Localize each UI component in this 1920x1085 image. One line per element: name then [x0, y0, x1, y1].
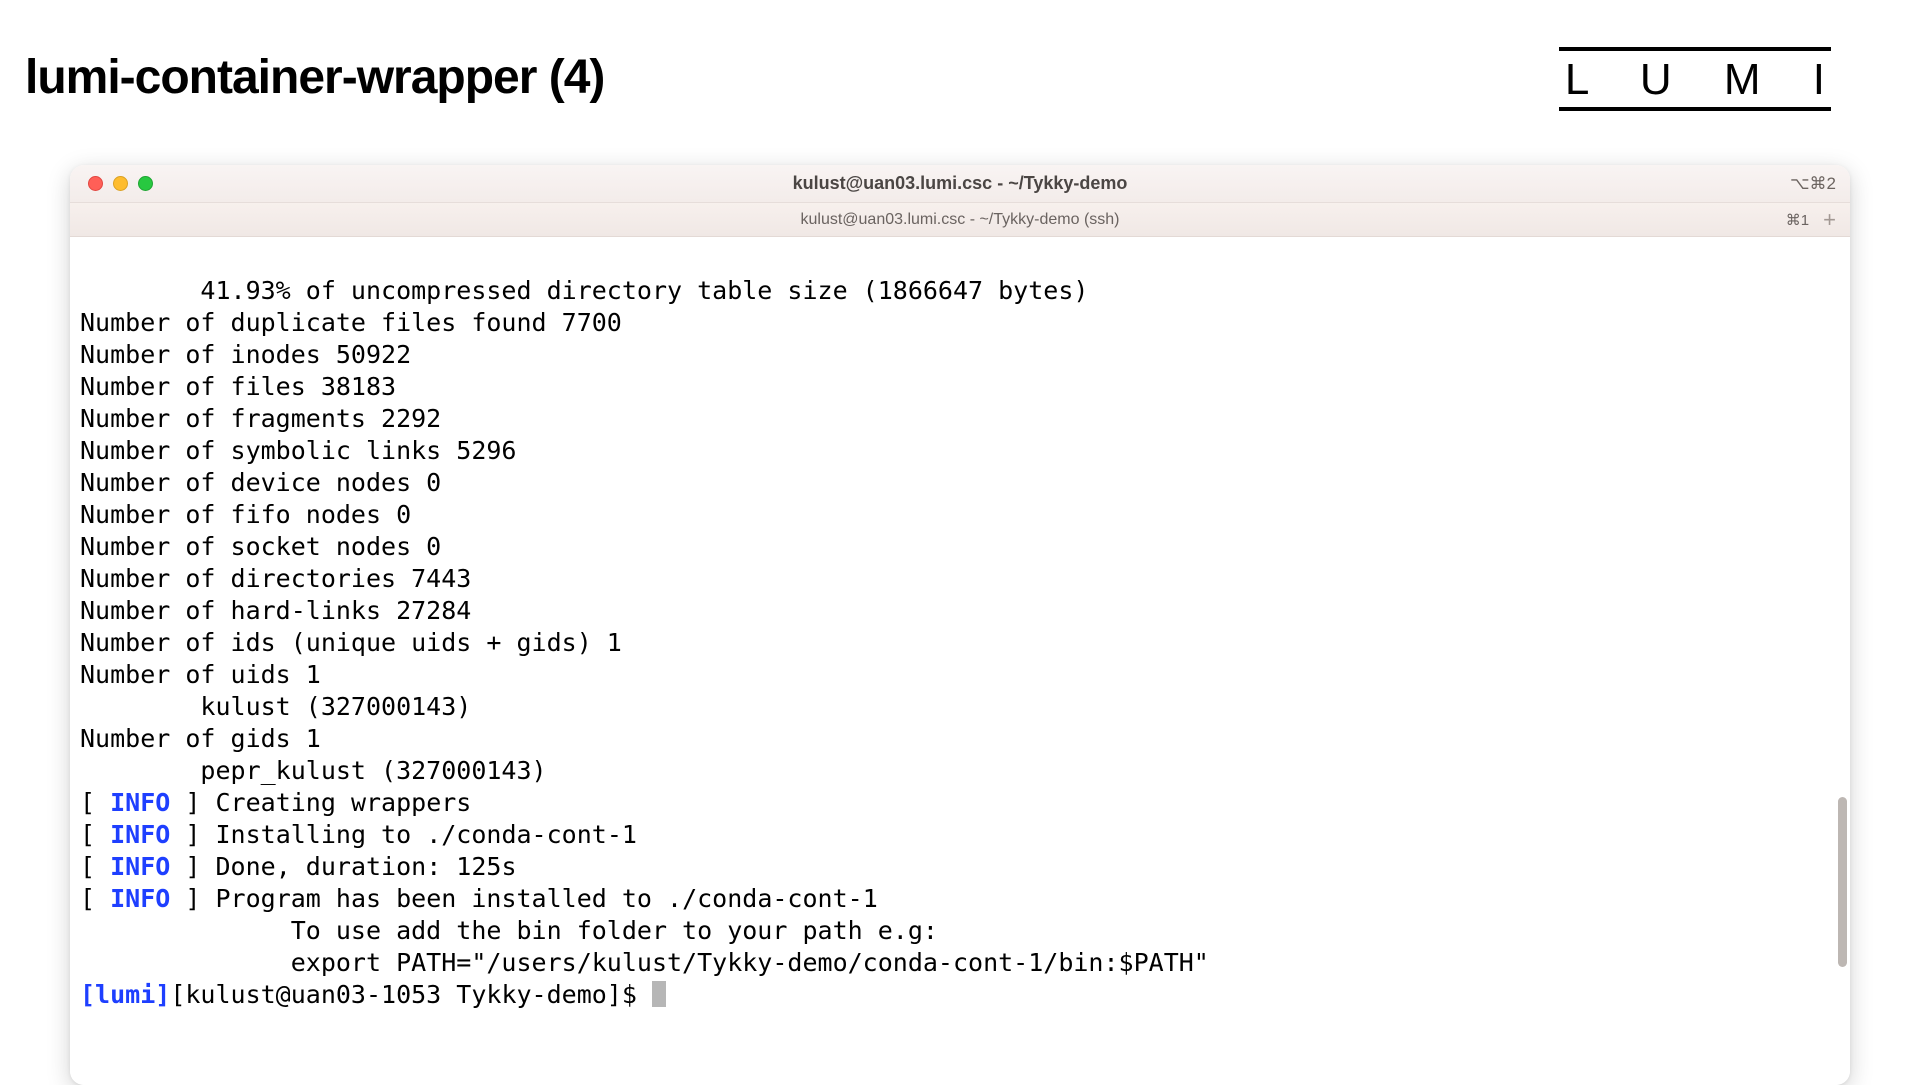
terminal-line: export PATH="/users/kulust/Tykky-demo/co… [80, 948, 1209, 977]
cursor-icon [652, 981, 666, 1007]
window-title: kulust@uan03.lumi.csc - ~/Tykky-demo [70, 173, 1850, 194]
info-tag: INFO [110, 884, 170, 913]
terminal-line: kulust (327000143) [80, 692, 471, 721]
terminal-line: Number of duplicate files found 7700 [80, 308, 622, 337]
info-tag: INFO [110, 852, 170, 881]
terminal-window: kulust@uan03.lumi.csc - ~/Tykky-demo ⌥⌘2… [70, 165, 1850, 1085]
tab-title[interactable]: kulust@uan03.lumi.csc - ~/Tykky-demo (ss… [70, 211, 1850, 229]
terminal-line: [ INFO ] Installing to ./conda-cont-1 [80, 820, 637, 849]
terminal-line: pepr_kulust (327000143) [80, 756, 547, 785]
terminal-body[interactable]: 41.93% of uncompressed directory table s… [70, 237, 1850, 1085]
terminal-line: Number of fragments 2292 [80, 404, 441, 433]
info-tag: INFO [110, 820, 170, 849]
terminal-line: Number of directories 7443 [80, 564, 471, 593]
terminal-line: Number of files 38183 [80, 372, 396, 401]
terminal-line: [ INFO ] Creating wrappers [80, 788, 471, 817]
info-msg: Program has been installed to ./conda-co… [215, 884, 877, 913]
terminal-line: Number of socket nodes 0 [80, 532, 441, 561]
info-tag: INFO [110, 788, 170, 817]
tab-bar: kulust@uan03.lumi.csc - ~/Tykky-demo (ss… [70, 203, 1850, 237]
terminal-line: Number of ids (unique uids + gids) 1 [80, 628, 622, 657]
lumi-logo: L U M I [1565, 55, 1845, 105]
terminal-line: [ INFO ] Done, duration: 125s [80, 852, 517, 881]
terminal-line: Number of hard-links 27284 [80, 596, 471, 625]
terminal-line: To use add the bin folder to your path e… [80, 916, 938, 945]
scrollbar-thumb[interactable] [1838, 797, 1847, 967]
prompt-text: [kulust@uan03-1053 Tykky-demo]$ [170, 980, 652, 1009]
terminal-line: [ INFO ] Program has been installed to .… [80, 884, 878, 913]
terminal-line: Number of device nodes 0 [80, 468, 441, 497]
info-msg: Installing to ./conda-cont-1 [215, 820, 636, 849]
window-shortcut-label: ⌥⌘2 [1790, 174, 1836, 194]
info-msg: Done, duration: 125s [215, 852, 516, 881]
info-msg: Creating wrappers [215, 788, 471, 817]
tab-shortcut-label: ⌘1 [1786, 211, 1809, 229]
prompt-host-tag: [lumi] [80, 980, 170, 1009]
terminal-line: Number of gids 1 [80, 724, 321, 753]
terminal-line: 41.93% of uncompressed directory table s… [80, 276, 1088, 305]
terminal-line: Number of uids 1 [80, 660, 321, 689]
new-tab-button[interactable]: + [1819, 207, 1840, 233]
terminal-line: Number of fifo nodes 0 [80, 500, 411, 529]
prompt-line: [lumi][kulust@uan03-1053 Tykky-demo]$ [80, 980, 666, 1009]
terminal-line: Number of symbolic links 5296 [80, 436, 517, 465]
window-titlebar: kulust@uan03.lumi.csc - ~/Tykky-demo ⌥⌘2 [70, 165, 1850, 203]
terminal-line: Number of inodes 50922 [80, 340, 411, 369]
